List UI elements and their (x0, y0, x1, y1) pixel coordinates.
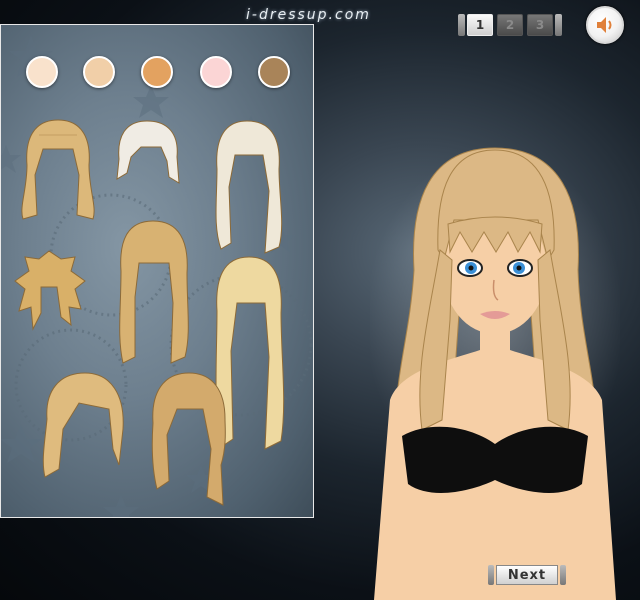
hairstyle-option-7[interactable] (39, 369, 125, 481)
next-button-wrap: Next (488, 564, 566, 586)
hairstyle-option-2[interactable] (111, 117, 183, 197)
dressup-model (370, 147, 620, 600)
page-selector: 1 2 3 (458, 12, 562, 38)
hairstyle-option-3[interactable] (207, 117, 289, 257)
next-right-cap (560, 565, 566, 585)
pager-left-cap (458, 14, 465, 36)
hairstyle-option-8[interactable] (145, 369, 231, 509)
sound-toggle-button[interactable] (586, 6, 624, 44)
hairstyle-option-4[interactable] (11, 247, 87, 333)
pager-right-cap (555, 14, 562, 36)
hairstyle-option-1[interactable] (15, 115, 101, 225)
page-button-2[interactable]: 2 (497, 14, 523, 36)
hairstyle-panel (0, 24, 314, 518)
skin-tone-swatch-5[interactable] (258, 56, 290, 88)
skin-tone-swatch-3[interactable] (141, 56, 173, 88)
next-button[interactable]: Next (496, 565, 558, 585)
skin-tone-swatch-4[interactable] (200, 56, 232, 88)
page-button-1[interactable]: 1 (467, 14, 493, 36)
page-button-3[interactable]: 3 (527, 14, 553, 36)
speaker-icon (597, 17, 612, 33)
skin-tone-swatch-2[interactable] (83, 56, 115, 88)
skin-tone-swatch-1[interactable] (26, 56, 58, 88)
next-left-cap (488, 565, 494, 585)
site-logo: i-dressup.com (246, 7, 371, 23)
hairstyle-option-5[interactable] (109, 217, 199, 367)
